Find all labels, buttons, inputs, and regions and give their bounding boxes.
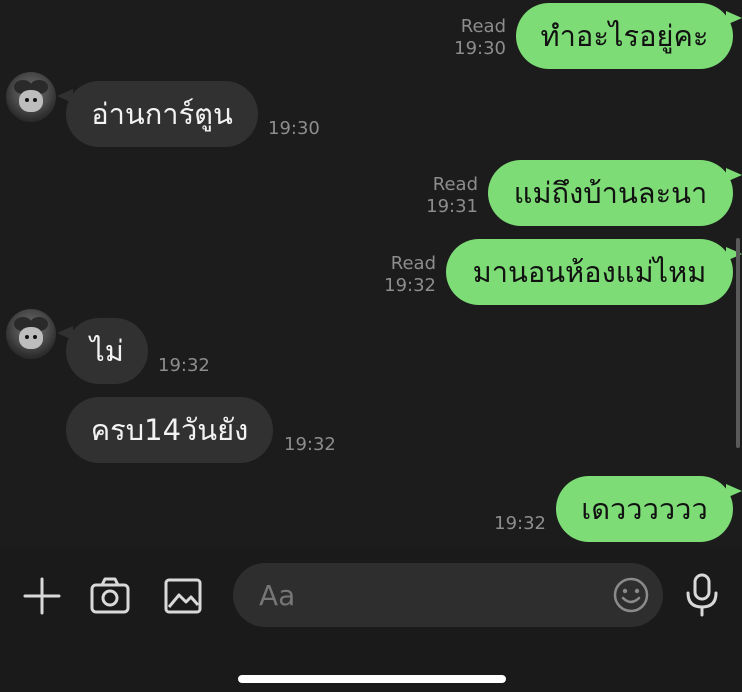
composer-bar	[0, 548, 742, 692]
chat-area[interactable]: Read 19:30 ทำอะไรอยู่คะ อ่านการ์ตูน 19:3…	[0, 0, 742, 548]
contact-avatar[interactable]	[6, 72, 56, 122]
microphone-icon[interactable]	[678, 570, 726, 620]
scrollbar[interactable]	[736, 238, 740, 448]
emoji-icon[interactable]	[608, 572, 654, 618]
message-time: 19:31	[426, 196, 478, 217]
message-time: 19:32	[384, 275, 436, 296]
message-text: เดวววววว	[581, 492, 708, 526]
plus-icon[interactable]	[18, 572, 66, 620]
message-text: แม่ถึงบ้านละนา	[513, 176, 708, 210]
message-time: 19:32	[158, 355, 210, 376]
message-text: อ่านการ์ตูน	[91, 97, 233, 131]
home-indicator	[238, 675, 506, 683]
message-time: 19:30	[268, 118, 320, 139]
incoming-message-bubble[interactable]: ไม่	[57, 318, 148, 384]
message-meta: Read 19:30	[440, 16, 506, 60]
outgoing-message-bubble[interactable]: แม่ถึงบ้านละนา	[488, 160, 742, 226]
message-text: ทำอะไรอยู่คะ	[540, 19, 709, 53]
message-time: 19:32	[284, 434, 336, 455]
image-icon[interactable]	[159, 572, 207, 620]
outgoing-message-bubble[interactable]: เดวววววว	[556, 476, 742, 542]
message-text: มานอนห้องแม่ไหม	[472, 255, 707, 289]
outgoing-message-bubble[interactable]: ทำอะไรอยู่คะ	[516, 3, 742, 69]
contact-avatar[interactable]	[6, 309, 56, 359]
message-text: ไม่	[90, 334, 124, 368]
message-time: 19:30	[454, 38, 506, 59]
outgoing-message-bubble[interactable]: มานอนห้องแม่ไหม	[446, 239, 742, 305]
incoming-message-bubble[interactable]: ครบ14วันยัง	[66, 397, 273, 463]
read-receipt: Read	[432, 174, 478, 195]
message-meta: Read 19:32	[370, 253, 436, 297]
message-time: 19:32	[494, 513, 546, 534]
message-input[interactable]	[233, 563, 663, 627]
camera-icon[interactable]	[86, 572, 134, 620]
incoming-message-bubble[interactable]: อ่านการ์ตูน	[57, 81, 258, 147]
message-meta: Read 19:31	[412, 174, 478, 218]
message-text: ครบ14วันยัง	[90, 413, 249, 447]
read-receipt: Read	[390, 253, 436, 274]
read-receipt: Read	[460, 16, 506, 37]
